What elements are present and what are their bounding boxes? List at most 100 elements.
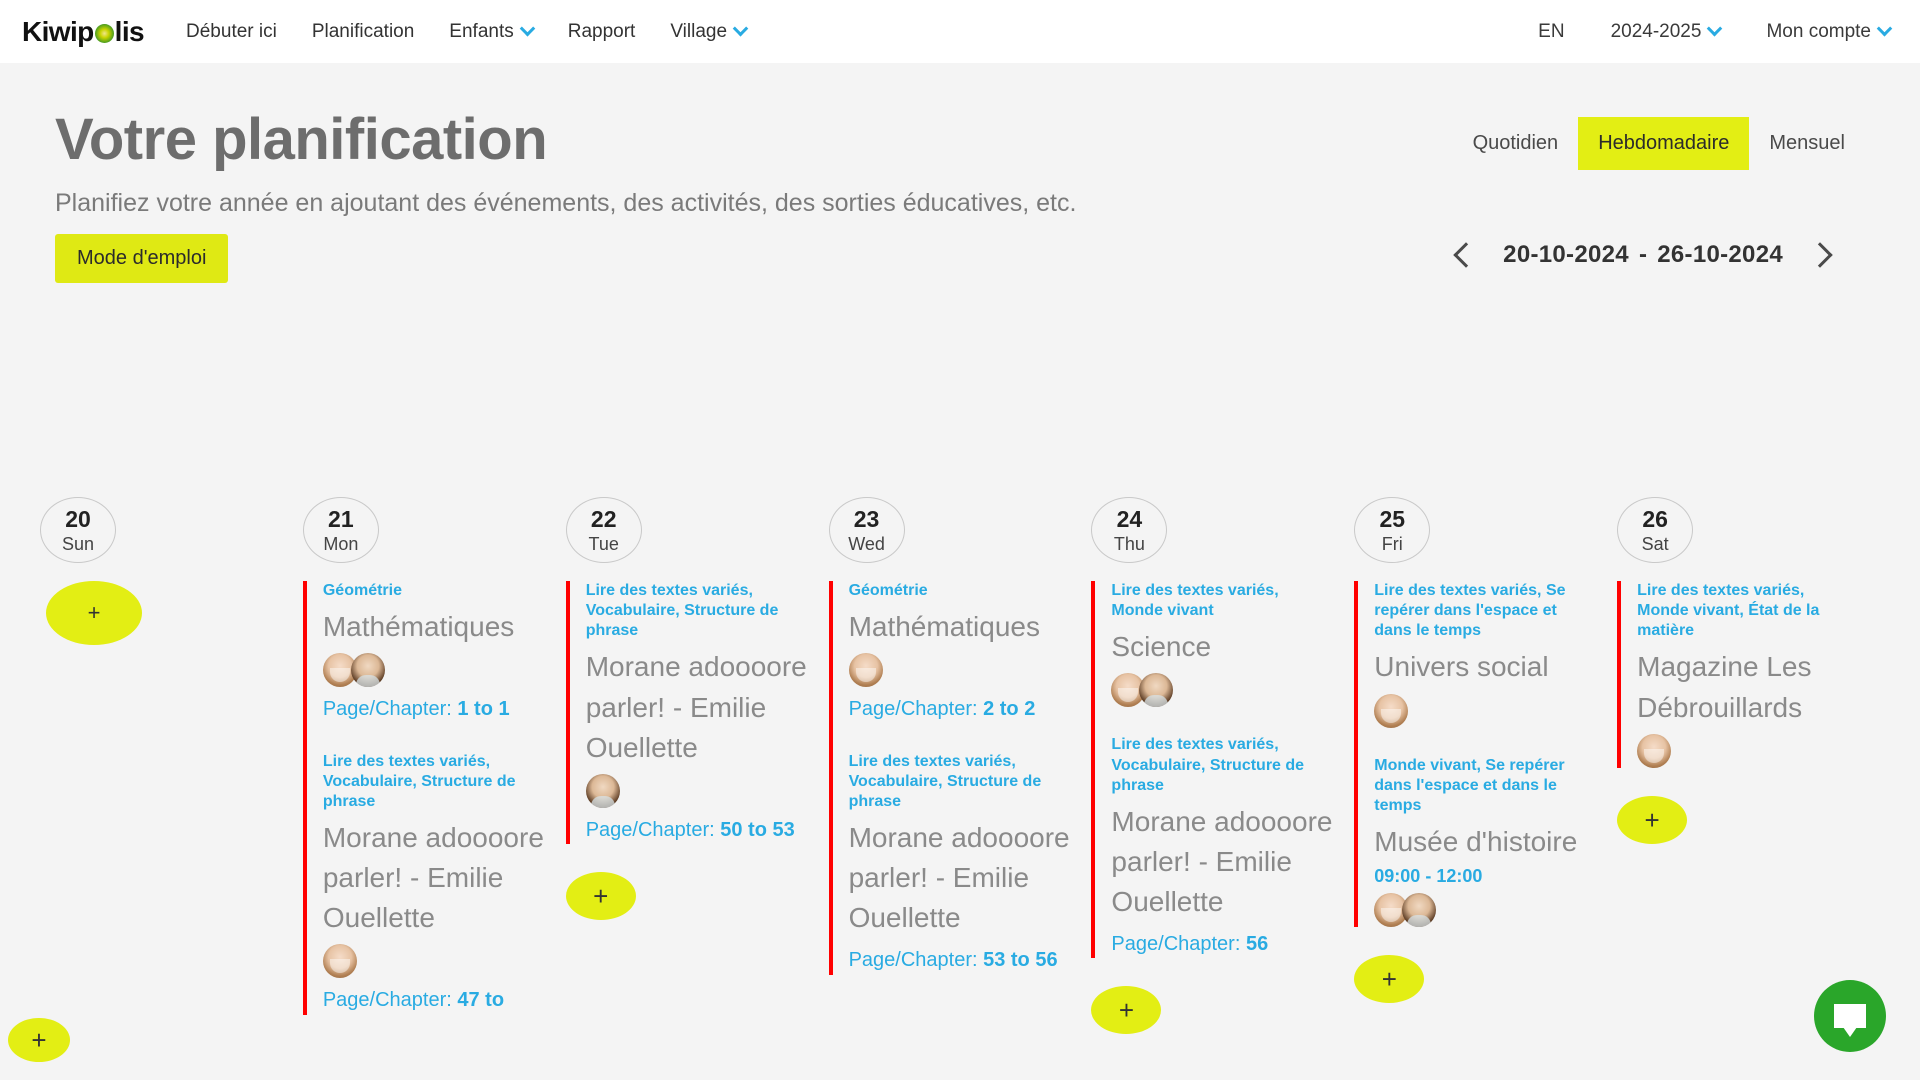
event-avatars [322, 653, 546, 688]
date-range-nav: 20-10-2024-26-10-2024 [1451, 238, 1835, 272]
tab-mensuel[interactable]: Mensuel [1749, 117, 1865, 170]
school-year-selector[interactable]: 2024-2025 [1610, 20, 1723, 43]
day-column-tue: 22 Tue Lire des textes variés, Vocabulaire… [565, 497, 829, 1080]
event-tags: Lire des textes variés, Monde vivant [1111, 582, 1279, 620]
day-chip[interactable]: 21 Mon [302, 497, 379, 563]
nav-link-enfants[interactable]: Enfants [449, 20, 536, 43]
tab-hebdomadaire[interactable]: Hebdomadaire [1578, 117, 1750, 170]
day-name: Fri [1381, 533, 1403, 554]
mode-demploi-button[interactable]: Mode d'emploi [55, 234, 229, 284]
date-range-start: 20-10-2024 [1503, 241, 1629, 268]
day-chip[interactable]: 26 Sat [1617, 497, 1694, 563]
tab-quotidien[interactable]: Quotidien [1453, 117, 1579, 170]
nav-link-label: Village [670, 20, 728, 42]
nav-link-label: Rapport [567, 20, 636, 42]
add-event-button[interactable]: + [1354, 955, 1425, 1003]
event-title: Morane adoooore parler! - Emilie Ouellet… [585, 651, 807, 763]
day-chip[interactable]: 23 Wed [828, 497, 905, 563]
chevron-down-icon [732, 20, 749, 37]
event-avatars [848, 653, 1072, 688]
chat-widget-button[interactable] [1814, 980, 1886, 1052]
avatar [350, 653, 385, 688]
day-number: 20 [65, 505, 91, 532]
page-chapter-label: Page/Chapter: [322, 698, 458, 721]
event-card[interactable]: Lire des textes variés, Se repérer dans … [1374, 581, 1597, 728]
date-range-separator: - [1638, 241, 1648, 268]
event-title: Science [1111, 631, 1212, 663]
day-chip[interactable]: 20 Sun [40, 497, 116, 563]
page-body: Votre planification Planifiez votre anné… [0, 63, 1920, 1080]
day-number: 21 [328, 505, 354, 532]
event-card[interactable]: Lire des textes variés, Vocabulaire, Str… [585, 581, 809, 844]
page-chapter-value: 2 to 2 [983, 698, 1036, 721]
nav-link-village[interactable]: Village [670, 20, 749, 43]
add-event-button[interactable]: + [46, 581, 142, 645]
nav-link-rapport[interactable]: Rapport [568, 21, 636, 43]
add-event-button[interactable]: + [1091, 986, 1162, 1035]
event-card[interactable]: Lire des textes variés, Vocabulaire, Str… [1111, 735, 1334, 958]
next-week-button[interactable] [1809, 238, 1835, 272]
nav-link-planification[interactable]: Planification [312, 21, 414, 43]
event-card[interactable]: Lire des textes variés, Monde vivant, Ét… [1637, 581, 1860, 768]
page-chapter-value: 56 [1245, 932, 1269, 955]
day-number: 22 [590, 505, 617, 532]
event-tags: Lire des textes variés, Monde vivant, Ét… [1637, 582, 1820, 640]
day-chip[interactable]: 24 Thu [1091, 497, 1168, 563]
event-avatars [585, 773, 809, 808]
chevron-down-icon [519, 20, 536, 37]
event-page-chapter: Page/Chapter: 1 to 1 [323, 695, 546, 723]
event-card[interactable]: Monde vivant, Se repérer dans l'espace e… [1374, 756, 1597, 927]
add-event-button[interactable]: + [1617, 795, 1688, 844]
page-chapter-label: Page/Chapter: [322, 989, 458, 1012]
nav-link-label: Planification [311, 20, 415, 42]
brand-text-post: lis [114, 15, 145, 47]
previous-week-button[interactable] [1451, 238, 1477, 272]
day-number: 25 [1379, 505, 1406, 532]
chevron-down-icon [1876, 20, 1893, 37]
event-page-chapter: Page/Chapter: 50 to 53 [586, 816, 809, 844]
page-chapter-value: 50 to 53 [720, 818, 795, 841]
brand-logo[interactable]: Kiwip lis [22, 15, 145, 48]
avatar [1139, 673, 1174, 708]
day-number: 23 [853, 505, 880, 532]
event-card[interactable]: Lire des textes variés, Vocabulaire, Str… [322, 752, 546, 1015]
event-avatars [1637, 733, 1860, 768]
event-card[interactable]: Géométrie Mathématiques Page/Chapter: 2 to… [848, 581, 1072, 724]
page-chapter-label: Page/Chapter: [585, 818, 721, 841]
event-card[interactable]: Lire des textes variés, Monde vivant Scie… [1111, 581, 1334, 708]
day-number: 26 [1642, 505, 1668, 532]
date-range-end: 26-10-2024 [1657, 241, 1783, 268]
day-name: Thu [1113, 533, 1145, 554]
chevron-down-icon [1707, 20, 1723, 37]
event-title: Morane adoooore parler! - Emilie Ouellet… [322, 822, 544, 934]
top-navbar: Kiwip lis Débuter ici Planification Enfants… [0, 0, 1920, 63]
account-label: Mon compte [1766, 20, 1871, 42]
day-column-wed: 23 Wed Géométrie Mathématiques Page/Chapter:… [828, 497, 1092, 1080]
page-chapter-label: Page/Chapter: [848, 698, 984, 721]
event-card[interactable]: Lire des textes variés, Vocabulaire, Str… [849, 752, 1072, 975]
day-column-fri: 25 Fri Lire des textes variés, Se repérer … [1354, 497, 1617, 1080]
day-column-thu: 24 Thu Lire des textes variés, Monde vivan… [1091, 497, 1354, 1080]
event-tags: Lire des textes variés, Vocabulaire, Str… [1111, 736, 1305, 794]
event-card[interactable]: Géométrie Mathématiques Page/Chapter: 1 to… [322, 581, 546, 724]
nav-right-group: EN 2024-2025 Mon compte [1538, 20, 1893, 43]
add-event-button[interactable]: + [565, 871, 636, 920]
event-title: Mathématiques [848, 611, 1040, 643]
chat-bubble-icon [1834, 1004, 1866, 1037]
header-controls: Quotidien Hebdomadaire Mensuel 20-10-2024-… [1451, 109, 1865, 283]
page-chapter-value: 1 to 1 [457, 698, 510, 721]
floating-add-button[interactable]: + [8, 1018, 70, 1062]
date-range-label: 20-10-2024-26-10-2024 [1503, 241, 1783, 269]
event-tags: Géométrie [322, 582, 402, 599]
event-title: Magazine Les Débrouillards [1637, 651, 1812, 723]
language-selector[interactable]: EN [1538, 21, 1564, 43]
account-menu[interactable]: Mon compte [1766, 20, 1893, 43]
nav-link-d-buter-ici[interactable]: Débuter ici [186, 21, 277, 43]
day-chip[interactable]: 22 Tue [565, 497, 642, 563]
day-chip[interactable]: 25 Fri [1354, 497, 1431, 563]
view-mode-tabs: Quotidien Hebdomadaire Mensuel [1453, 117, 1865, 170]
title-block: Votre planification Planifiez votre anné… [55, 109, 1076, 284]
school-year-label: 2024-2025 [1610, 20, 1702, 42]
event-tags: Monde vivant, Se repérer dans l'espace e… [1374, 756, 1565, 814]
event-avatars [1374, 693, 1597, 728]
